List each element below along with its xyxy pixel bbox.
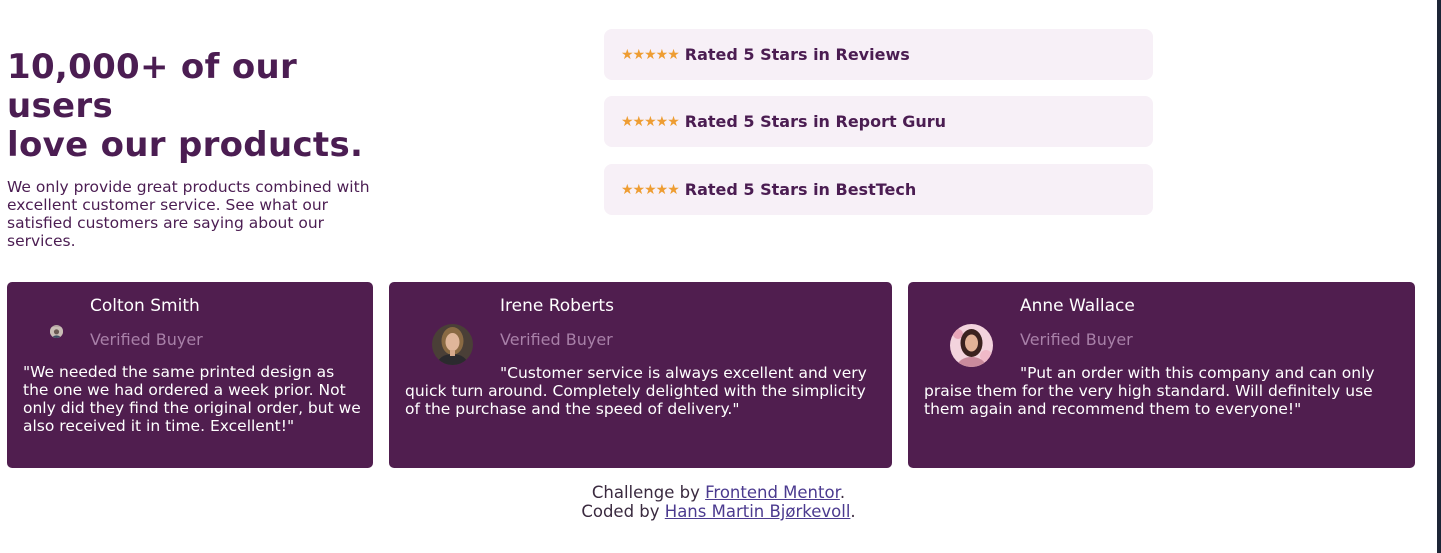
testimonial-quote-text: "Customer service is always excellent an… [405, 364, 867, 418]
window-edge [1437, 0, 1441, 553]
five-stars-icon: ★★★★★ [621, 46, 680, 63]
rating-reviews: ★★★★★ Rated 5 Stars in Reviews [604, 29, 1153, 80]
author-link[interactable]: Hans Martin Bjørkevoll [665, 502, 851, 521]
period: . [850, 502, 856, 521]
avatar [432, 324, 473, 365]
attribution-line-2: Coded by Hans Martin Bjørkevoll. [0, 502, 1437, 521]
reviewer-name: Anne Wallace [1020, 296, 1135, 316]
period: . [839, 483, 846, 502]
rating-label: Rated 5 Stars in Reviews [684, 45, 910, 64]
challenge-prefix: Challenge by [591, 483, 700, 502]
avatar [50, 325, 63, 338]
testimonial-card-colton: Colton Smith Verified Buyer "We needed t… [7, 282, 373, 468]
reviewer-name: Irene Roberts [500, 296, 614, 316]
testimonial-card-anne: Anne Wallace Verified Buyer "Put an orde… [908, 282, 1415, 468]
rating-besttech: ★★★★★ Rated 5 Stars in BestTech [604, 164, 1153, 215]
verified-badge: Verified Buyer [500, 330, 613, 349]
five-stars-icon: ★★★★★ [621, 113, 680, 130]
reviewer-name: Colton Smith [90, 296, 200, 316]
attribution-line-1: Challenge by Frontend Mentor. [0, 483, 1437, 502]
testimonial-quote: "Customer service is always excellent an… [405, 364, 879, 418]
rating-label: Rated 5 Stars in Report Guru [684, 112, 947, 131]
headline-line-1: 10,000+ of our users [7, 47, 298, 126]
rating-label: Rated 5 Stars in BestTech [684, 180, 917, 199]
testimonial-card-irene: Irene Roberts Verified Buyer "Customer s… [389, 282, 892, 468]
verified-badge: Verified Buyer [90, 330, 203, 349]
rating-report-guru: ★★★★★ Rated 5 Stars in Report Guru [604, 96, 1153, 147]
avatar [950, 324, 993, 367]
hero-intro: We only provide great products combined … [7, 178, 370, 250]
frontend-mentor-link[interactable]: Frontend Mentor [705, 483, 840, 502]
hero-headline: 10,000+ of our users love our products. [7, 48, 387, 165]
coded-prefix: Coded by [581, 502, 660, 521]
five-stars-icon: ★★★★★ [621, 181, 680, 198]
testimonial-quote-text: "Put an order with this company and can … [924, 364, 1375, 418]
testimonial-quote: "We needed the same printed design as th… [23, 363, 361, 435]
testimonial-quote: "Put an order with this company and can … [924, 364, 1402, 418]
headline-line-2: love our products. [7, 125, 364, 165]
verified-badge: Verified Buyer [1020, 330, 1133, 349]
